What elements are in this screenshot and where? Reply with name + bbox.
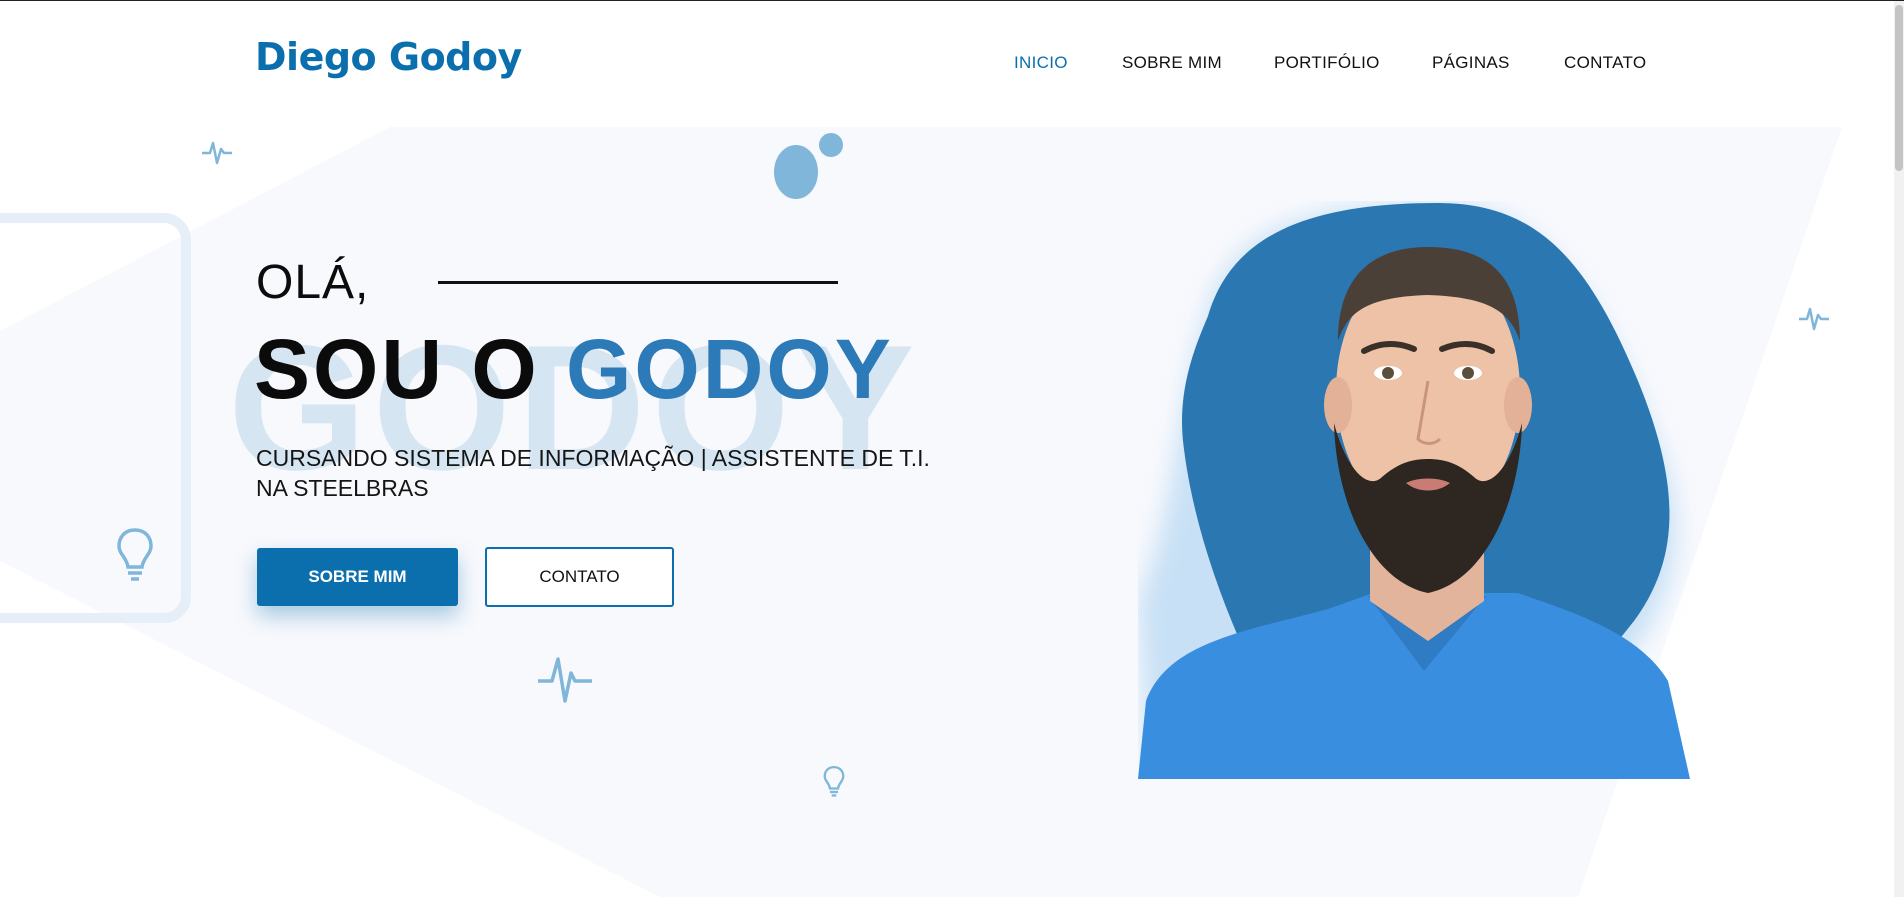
portrait-image — [1138, 201, 1728, 779]
headline-highlight: GODOY — [566, 322, 894, 416]
lightbulb-icon — [117, 528, 153, 581]
site-header: Diego Godoy INICIO SOBRE MIM PORTIFÓLIO … — [0, 1, 1904, 121]
pulse-icon — [1799, 307, 1829, 331]
nav-item-portifolio[interactable]: PORTIFÓLIO — [1274, 53, 1380, 73]
scrollbar-thumb[interactable] — [1895, 5, 1903, 171]
nav-item-inicio[interactable]: INICIO — [1014, 53, 1068, 73]
hero-subtitle: CURSANDO SISTEMA DE INFORMAÇÃO | ASSISTE… — [256, 445, 930, 501]
greeting-divider — [438, 281, 838, 284]
headline-prefix: SOU O — [254, 322, 567, 416]
hero-greeting: OLÁ, — [256, 256, 370, 309]
nav-item-contato[interactable]: CONTATO — [1564, 53, 1646, 73]
site-logo[interactable]: Diego Godoy — [255, 35, 522, 79]
hero-headline: SOU O GODOY — [254, 327, 894, 411]
sobre-mim-button[interactable]: SOBRE MIM — [257, 548, 458, 606]
pulse-icon — [202, 141, 232, 165]
pulse-icon — [538, 657, 592, 703]
page-scrollbar[interactable] — [1894, 1, 1904, 897]
lightbulb-icon — [823, 765, 845, 797]
contato-button[interactable]: CONTATO — [485, 547, 674, 607]
nav-item-sobre-mim[interactable]: SOBRE MIM — [1122, 53, 1222, 73]
bubbles — [774, 133, 843, 199]
portrait-illustration — [1138, 203, 1690, 779]
nav-item-paginas[interactable]: PÁGINAS — [1432, 53, 1510, 73]
